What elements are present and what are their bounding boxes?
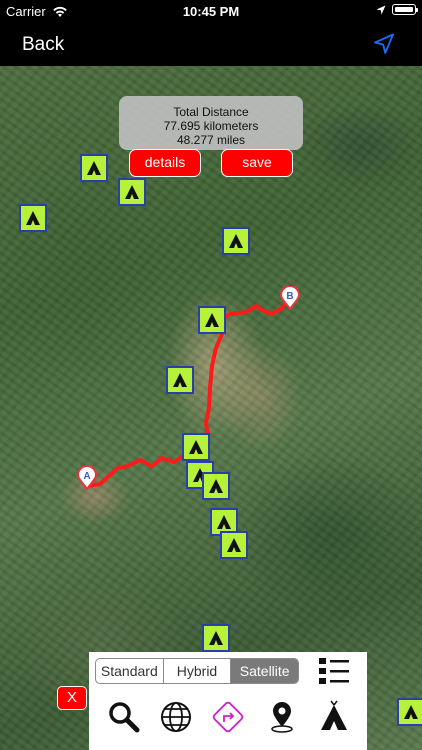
tent-icon: [227, 538, 241, 552]
campsite-marker[interactable]: [397, 698, 422, 726]
location-pin-icon[interactable]: [265, 700, 299, 734]
list-icon[interactable]: [317, 656, 351, 686]
map-type-satellite[interactable]: Satellite: [231, 659, 298, 683]
back-button[interactable]: Back: [22, 34, 64, 56]
locate-me-icon[interactable]: [372, 32, 396, 56]
satellite-map[interactable]: A B Total Distance 77.695 kilometers 48.…: [0, 66, 422, 750]
campsite-marker[interactable]: [166, 366, 194, 394]
nav-bar: Back: [0, 22, 422, 66]
campsite-marker[interactable]: [202, 472, 230, 500]
start-pin[interactable]: A: [76, 465, 98, 491]
campsite-marker[interactable]: [198, 306, 226, 334]
clear-route-button[interactable]: X: [57, 686, 87, 710]
globe-icon[interactable]: [159, 700, 193, 734]
tent-icon: [229, 234, 243, 248]
tent-icon[interactable]: [317, 700, 351, 734]
tent-icon: [209, 479, 223, 493]
tent-icon: [189, 440, 203, 454]
end-pin-label: B: [286, 291, 293, 302]
tent-icon: [125, 185, 139, 199]
route-icon[interactable]: [211, 700, 245, 734]
status-bar: Carrier 10:45 PM: [0, 0, 422, 22]
details-button[interactable]: details: [129, 149, 201, 177]
distance-miles: 48.277 miles: [176, 133, 246, 147]
tent-icon: [209, 631, 223, 645]
end-pin[interactable]: B: [279, 285, 301, 311]
tent-icon: [87, 161, 101, 175]
distance-title: Total Distance: [173, 105, 249, 119]
campsite-marker[interactable]: [80, 154, 108, 182]
tent-icon: [26, 211, 40, 225]
tent-icon: [404, 705, 418, 719]
location-arrow-icon: [376, 5, 386, 14]
tent-icon: [173, 373, 187, 387]
start-pin-label: A: [83, 471, 90, 482]
campsite-marker[interactable]: [19, 204, 47, 232]
distance-kilometers: 77.695 kilometers: [163, 119, 259, 133]
tent-icon: [205, 313, 219, 327]
distance-panel: Total Distance 77.695 kilometers 48.277 …: [119, 96, 303, 150]
tent-icon: [217, 515, 231, 529]
map-pin-icon: B: [279, 285, 301, 311]
map-type-hybrid[interactable]: Hybrid: [164, 659, 232, 683]
campsite-marker[interactable]: [220, 531, 248, 559]
status-time: 10:45 PM: [182, 4, 240, 19]
map-toolbar: Standard Hybrid Satellite: [89, 652, 367, 750]
battery-icon: [392, 4, 418, 15]
campsite-marker[interactable]: [118, 178, 146, 206]
map-pin-icon: A: [76, 465, 98, 491]
search-icon[interactable]: [107, 700, 141, 734]
map-type-standard[interactable]: Standard: [96, 659, 164, 683]
map-type-segmented-control: Standard Hybrid Satellite: [95, 658, 299, 684]
campsite-marker[interactable]: [202, 624, 230, 652]
campsite-marker[interactable]: [222, 227, 250, 255]
campsite-marker[interactable]: [182, 433, 210, 461]
save-button[interactable]: save: [221, 149, 293, 177]
